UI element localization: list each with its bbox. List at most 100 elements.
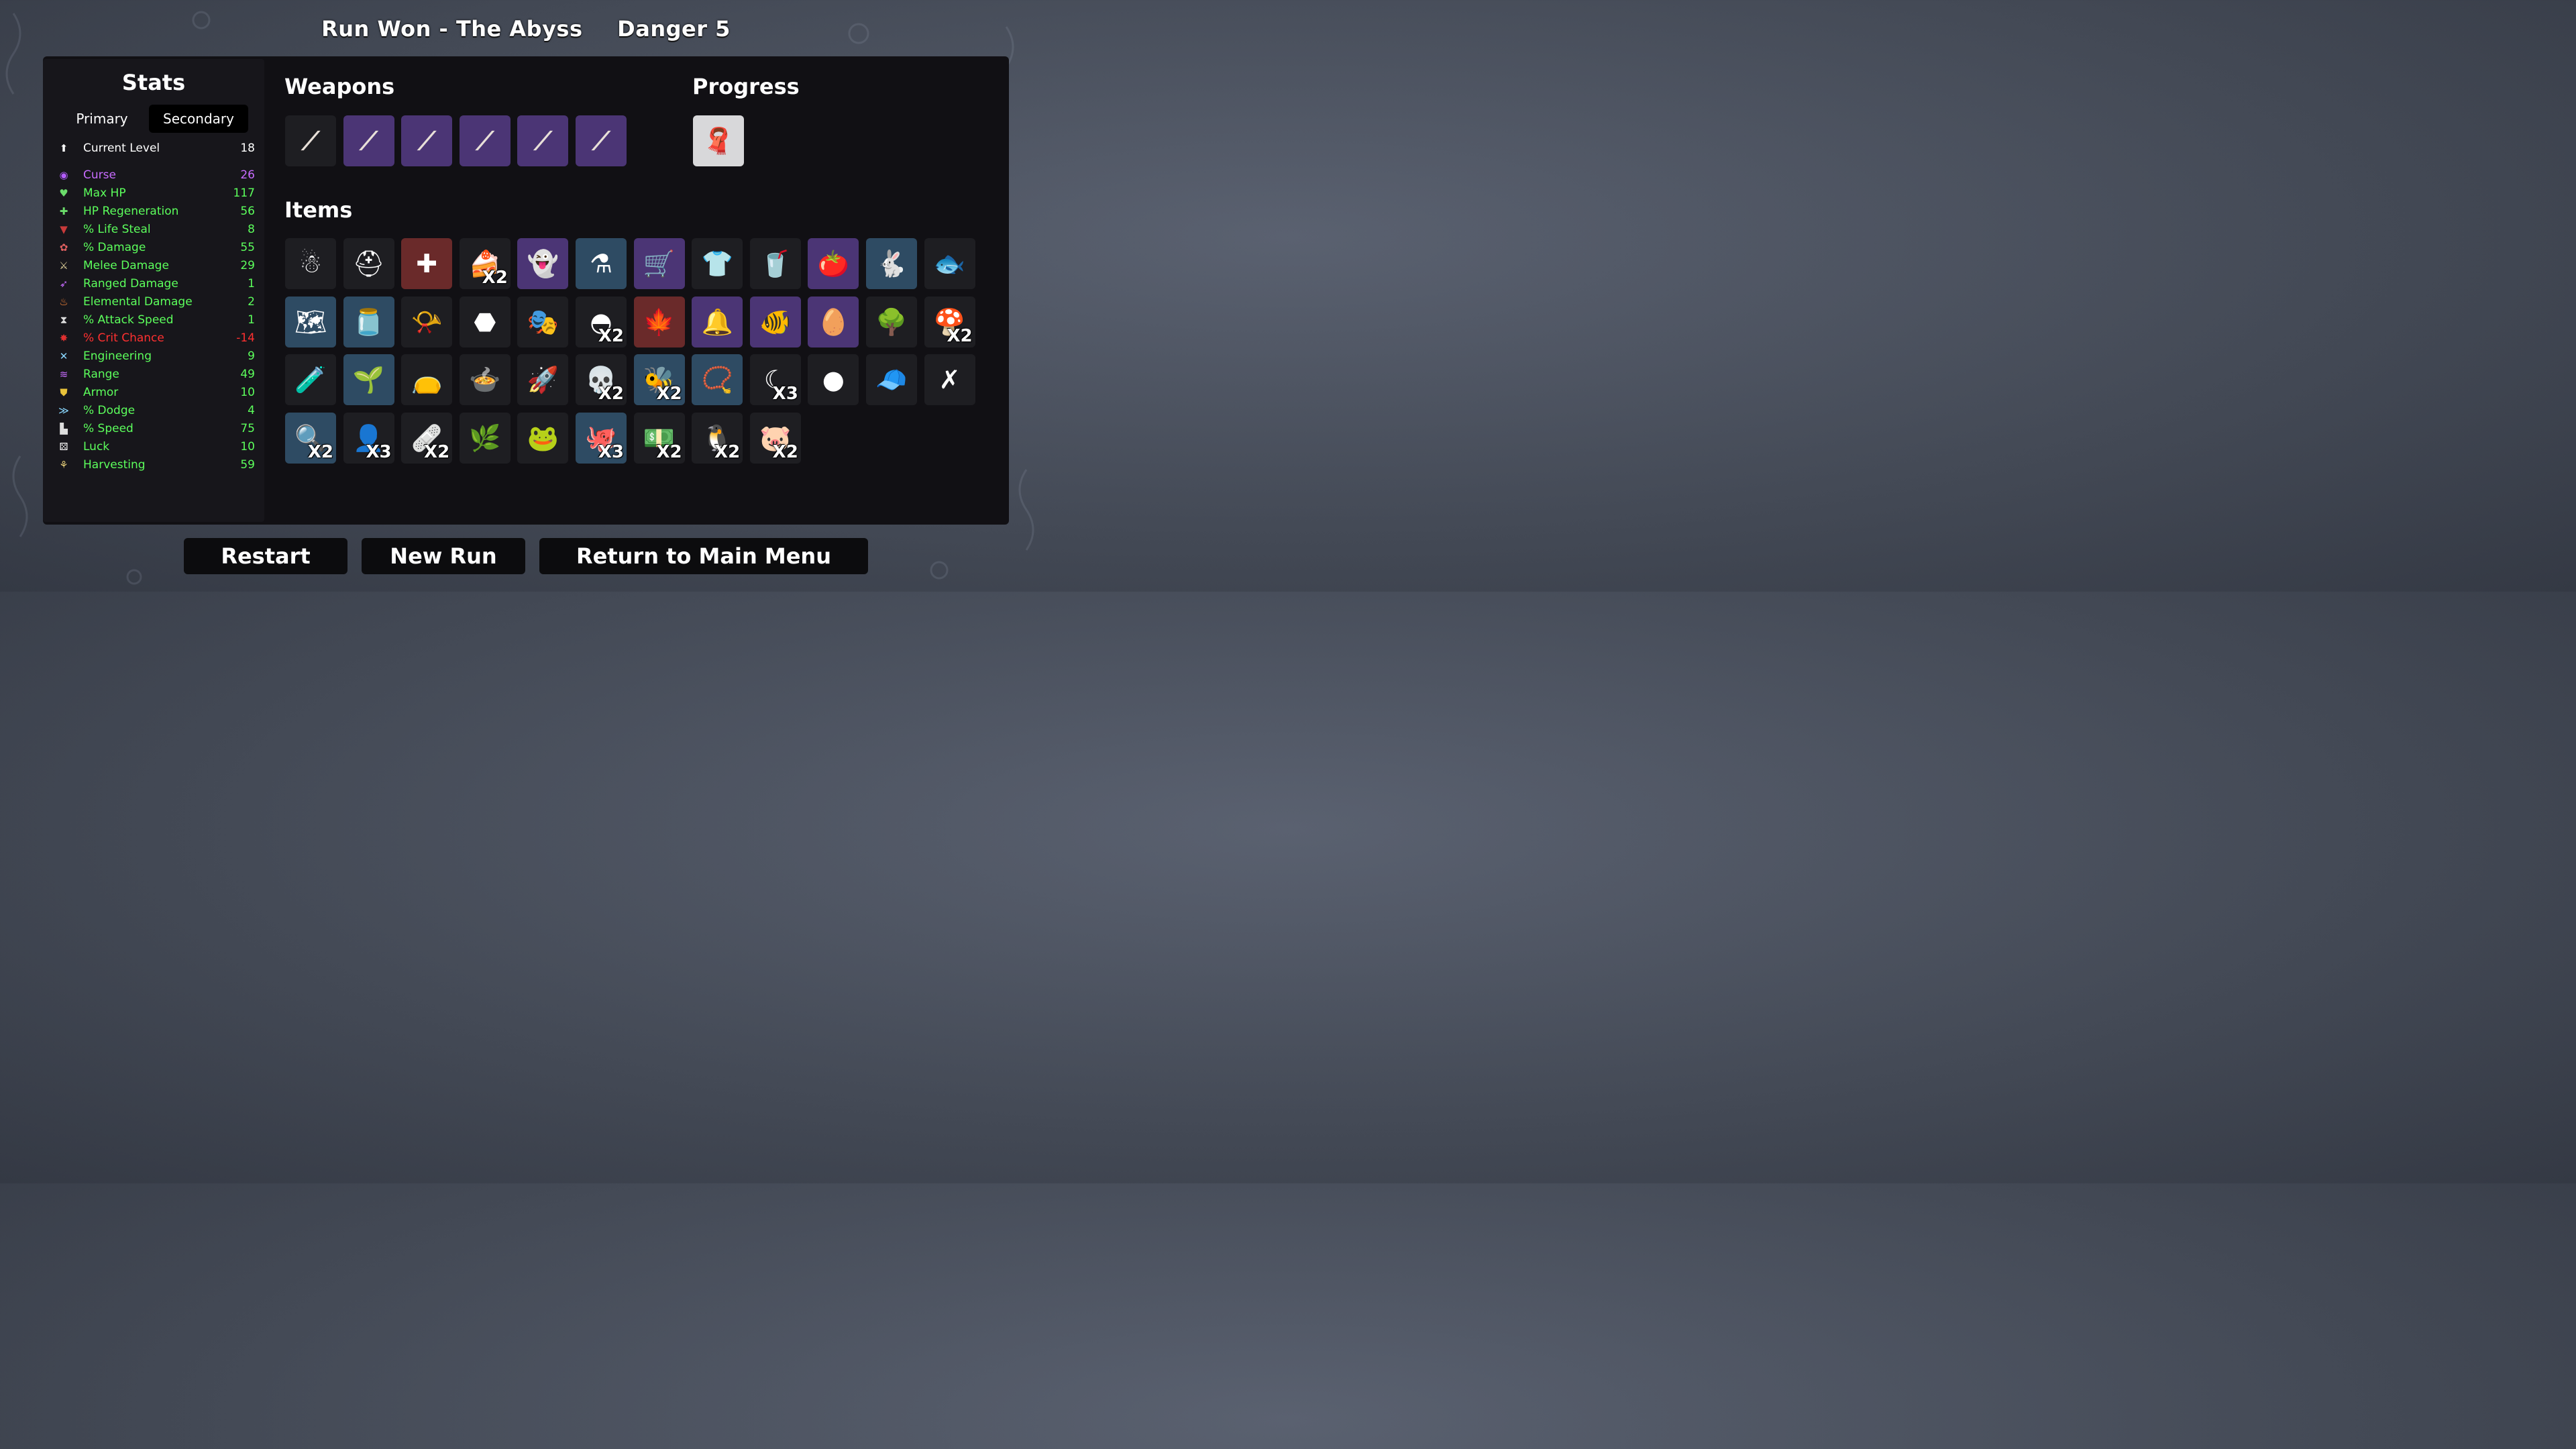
inventory-slot[interactable]: 🍲 [459,354,511,406]
inventory-slot[interactable]: ⟋ [576,115,627,166]
bow-icon: ➶ [59,278,68,290]
inventory-slot[interactable]: 🌱 [343,354,394,406]
inventory-slot[interactable]: 🔍 X2 [285,412,336,464]
return-to-main-menu-button[interactable]: Return to Main Menu [539,538,868,574]
inventory-slot[interactable]: 🔔 [692,296,743,347]
inventory-slot[interactable]: 🧣 [693,115,744,166]
inventory-slot[interactable]: ◓ X2 [576,296,627,347]
inventory-slot[interactable]: ✗ [924,354,975,406]
item-quantity-badge: X2 [714,441,741,462]
level-up-icon: ⬆ [59,142,68,154]
inventory-slot[interactable]: ⟋ [285,115,336,166]
inventory-slot[interactable]: 👝 [401,354,453,406]
item-quantity-badge: X2 [424,441,450,462]
inventory-slot[interactable]: 📿 [692,354,743,406]
spear-icon: ⟋ [592,126,610,156]
inventory-slot[interactable]: 🐷 X2 [749,412,801,464]
inventory-slot[interactable]: 🍄 X2 [924,296,975,347]
restart-button[interactable]: Restart [184,538,347,574]
inventory-slot[interactable]: 👤 X3 [343,412,394,464]
stat-row: ✚ HP Regeneration 56 [56,203,255,220]
spear-icon: ⟋ [360,126,378,156]
inventory-slot[interactable]: 🥚 [808,296,859,347]
inventory-slot[interactable]: 🧪 [285,354,336,406]
inventory-slot[interactable]: 🎭 [517,296,569,347]
inventory-slot[interactable]: 🐟 [924,238,975,289]
brain-icon: ✿ [59,241,68,254]
inventory-slot[interactable]: 🧢 [866,354,917,406]
inventory-slot[interactable]: 🐧 X2 [692,412,743,464]
spear-icon: ⟋ [417,126,436,156]
curse-eye-icon: ◉ [59,169,68,181]
new-run-button[interactable]: New Run [362,538,525,574]
item-quantity-badge: X3 [598,441,624,462]
stat-value: 56 [240,205,255,218]
lemonade-icon: 🥤 [759,249,792,278]
inventory-slot[interactable]: 👻 [517,238,569,289]
snowman-beanie-icon: ☃ [299,249,323,278]
inventory-slot[interactable]: 🌳 [866,296,917,347]
inventory-slot[interactable]: 🩹 X2 [401,412,453,464]
bell-icon: 🔔 [701,307,733,337]
stats-title: Stats [121,70,186,95]
inventory-slot[interactable]: 🚀 [517,354,569,406]
inventory-slot[interactable]: 💵 X2 [633,412,685,464]
stat-row: ⚔ Melee Damage 29 [56,257,255,274]
herb-sack-icon: 🌿 [469,423,501,453]
item-quantity-badge: X2 [598,325,624,346]
stat-label: % Damage [83,241,146,254]
inventory-slot[interactable]: ☃ [285,238,336,289]
inventory-slot[interactable]: 🫙 [343,296,394,347]
stat-value: 26 [240,168,255,182]
inventory-slot[interactable]: 🍰 X2 [459,238,511,289]
inventory-slot[interactable]: 🥤 [749,238,801,289]
inventory-slot[interactable]: 🐙 X3 [576,412,627,464]
inventory-slot[interactable]: ⬣ [459,296,511,347]
inventory-slot[interactable]: 🐝 X2 [633,354,685,406]
stat-value: 8 [248,223,255,236]
inventory-slot[interactable]: 🐸 [517,412,569,464]
stat-row: ⬆ Current Level 18 [56,140,255,157]
inventory-slot[interactable]: ⚗ [576,238,627,289]
inventory-slot[interactable]: ⟋ [517,115,569,166]
inventory-slot[interactable]: ● [808,354,859,406]
tab-primary[interactable]: Primary [63,105,141,133]
inventory-slot[interactable]: 🐇 [866,238,917,289]
garden-bed-icon: 🌱 [352,365,385,395]
hourglass-icon: ⧗ [60,314,68,326]
run-summary-panel: Stats Primary Secondary ⬆ Current Level 18… [43,56,1009,525]
stat-value: 10 [240,386,255,399]
stat-value: 49 [240,368,255,381]
stat-label: % Life Steal [83,223,151,236]
inventory-slot[interactable]: 💀 X2 [576,354,627,406]
inventory-slot[interactable]: 🍁 [633,296,685,347]
inventory-slot[interactable]: ⛑ [343,238,394,289]
inventory-slot[interactable]: 📯 [401,296,453,347]
inventory-slot[interactable]: ⟋ [343,115,394,166]
inventory-slot[interactable]: 🌿 [459,412,511,464]
stat-row: ✸ % Crit Chance -14 [56,329,255,347]
inventory-slot[interactable]: ☾ X3 [749,354,801,406]
item-quantity-badge: X2 [772,441,798,462]
stat-label: % Attack Speed [83,313,174,327]
inventory-slot[interactable]: ⟋ [401,115,453,166]
inventory-slot[interactable]: 🛒 [633,238,685,289]
stat-label: Elemental Damage [83,295,193,309]
sack-icon: 👝 [411,365,443,395]
stat-label: Ranged Damage [83,277,178,290]
inventory-slot[interactable]: 🐠 [749,296,801,347]
inventory-slot[interactable]: 🍅 [808,238,859,289]
inventory-slot[interactable]: ✚ [401,238,453,289]
stat-label: Engineering [83,350,152,363]
helmet-icon: ⛑ [352,249,385,278]
propeller-cap-icon: 🧢 [875,365,908,395]
stat-row: ⧗ % Attack Speed 1 [56,311,255,329]
cauldron-icon: ⚗ [589,249,613,278]
pendant-icon: 📿 [701,365,733,395]
inventory-slot[interactable]: 👕 [692,238,743,289]
spotted-eggs-icon: 🥚 [817,307,850,337]
inventory-slot[interactable]: 🗺 [285,296,336,347]
inventory-slot[interactable]: ⟋ [459,115,511,166]
tab-secondary[interactable]: Secondary [149,105,248,133]
whistle-icon: 📯 [411,307,443,337]
